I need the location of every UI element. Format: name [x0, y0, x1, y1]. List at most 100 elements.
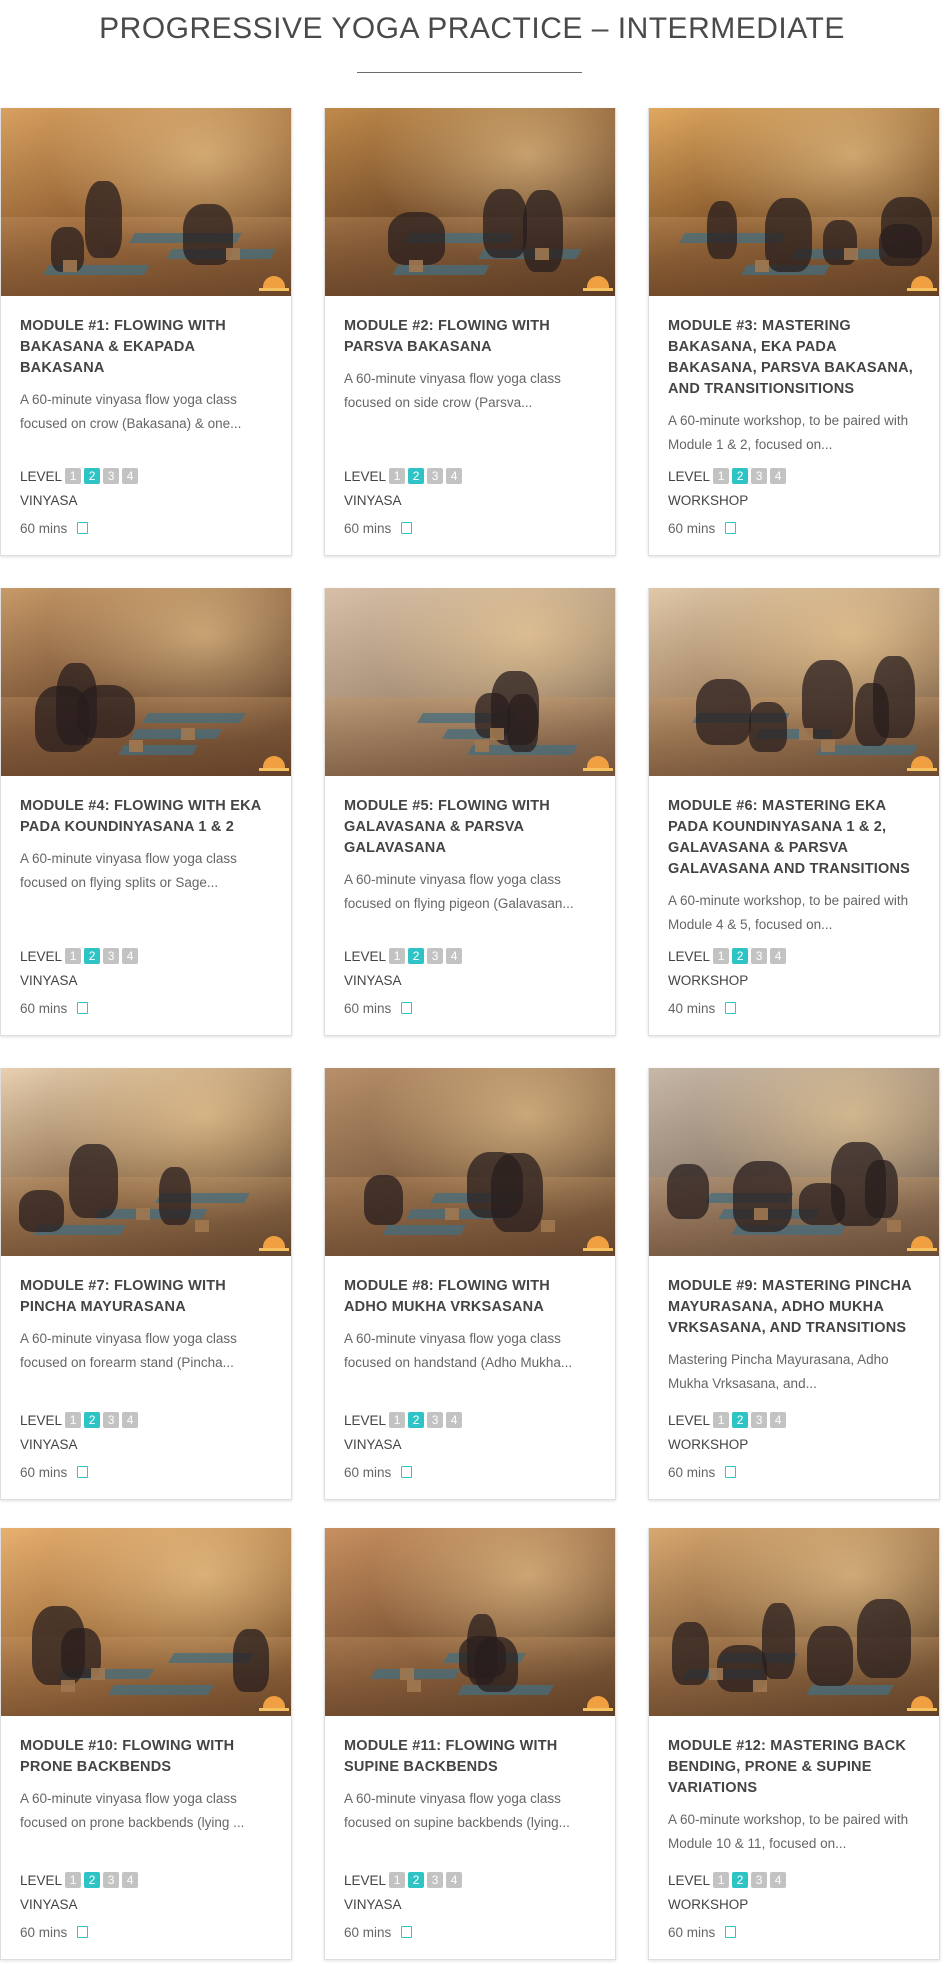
yoga-practitioner: [507, 694, 538, 752]
bookmark-icon[interactable]: [725, 1002, 737, 1014]
module-title[interactable]: MODULE #3: MASTERING BAKASANA, EKA PADA …: [668, 316, 920, 400]
module-title[interactable]: MODULE #9: MASTERING PINCHA MAYURASANA, …: [668, 1276, 920, 1339]
level-badge: 1: [713, 1412, 730, 1428]
bookmark-icon[interactable]: [401, 1466, 413, 1478]
level-badge: 3: [427, 468, 444, 484]
module-thumbnail[interactable]: [325, 588, 615, 776]
module-thumbnail[interactable]: [325, 108, 615, 296]
bookmark-icon[interactable]: [77, 1926, 89, 1938]
title-divider: [357, 72, 582, 73]
yoga-practitioner: [807, 1626, 853, 1686]
yoga-block: [541, 1220, 555, 1232]
level-badge-active: 2: [732, 1872, 749, 1888]
module-description: Mastering Pincha Mayurasana, Adho Mukha …: [668, 1352, 889, 1391]
bookmark-icon[interactable]: [401, 1926, 413, 1938]
level-badge-active: 2: [84, 1412, 101, 1428]
level-badge: 1: [389, 1412, 406, 1428]
module-card[interactable]: MODULE #5: FLOWING WITH GALAVASANA & PAR…: [324, 588, 616, 1036]
level-indicator: LEVEL 1 2 3 4: [344, 947, 596, 965]
level-badge: 4: [122, 468, 139, 484]
level-indicator: LEVEL 1 2 3 4: [344, 467, 596, 485]
module-thumbnail[interactable]: [649, 588, 939, 776]
module-card[interactable]: MODULE #9: MASTERING PINCHA MAYURASANA, …: [648, 1068, 940, 1500]
module-card[interactable]: MODULE #6: MASTERING EKA PADA KOUNDINYAS…: [648, 588, 940, 1036]
module-meta: LEVEL 1 2 3 4 VINYASA 60 mins: [20, 1411, 272, 1481]
level-badge: 1: [65, 1872, 82, 1888]
yoga-block: [61, 1680, 75, 1692]
level-badge: 4: [770, 1412, 787, 1428]
module-title[interactable]: MODULE #5: FLOWING WITH GALAVASANA & PAR…: [344, 796, 596, 859]
module-title[interactable]: MODULE #10: FLOWING WITH PRONE BACKBENDS: [20, 1736, 272, 1778]
module-description: A 60-minute vinyasa flow yoga class focu…: [20, 1791, 245, 1830]
module-meta: LEVEL 1 2 3 4 VINYASA 60 mins: [344, 1871, 596, 1941]
module-card[interactable]: MODULE #1: FLOWING WITH BAKASANA & EKAPA…: [0, 108, 292, 556]
module-duration: 60 mins: [344, 1000, 392, 1016]
duration-row: 60 mins: [20, 1923, 272, 1941]
bookmark-icon[interactable]: [77, 1466, 89, 1478]
module-thumbnail[interactable]: [649, 108, 939, 296]
level-indicator: LEVEL 1 2 3 4: [668, 467, 920, 485]
module-thumbnail[interactable]: [325, 1068, 615, 1256]
level-label: LEVEL: [668, 468, 711, 484]
level-badge: 1: [713, 1872, 730, 1888]
level-badge-active: 2: [408, 1412, 425, 1428]
yoga-practitioner: [765, 198, 812, 272]
yoga-practitioner: [85, 181, 122, 258]
module-card[interactable]: MODULE #2: FLOWING WITH PARSVA BAKASANA A…: [324, 108, 616, 556]
module-card[interactable]: MODULE #11: FLOWING WITH SUPINE BACKBEND…: [324, 1528, 616, 1960]
bookmark-icon[interactable]: [77, 522, 89, 534]
bookmark-icon[interactable]: [725, 522, 737, 534]
yoga-mat: [392, 265, 490, 275]
module-thumbnail[interactable]: [649, 1068, 939, 1256]
module-description: A 60-minute vinyasa flow yoga class focu…: [344, 1791, 570, 1830]
module-card[interactable]: MODULE #3: MASTERING BAKASANA, EKA PADA …: [648, 108, 940, 556]
yoga-mat: [108, 1685, 214, 1695]
level-badge: 1: [389, 948, 406, 964]
level-indicator: LEVEL 1 2 3 4: [668, 1411, 920, 1429]
module-card[interactable]: MODULE #7: FLOWING WITH PINCHA MAYURASAN…: [0, 1068, 292, 1500]
module-title[interactable]: MODULE #7: FLOWING WITH PINCHA MAYURASAN…: [20, 1276, 272, 1318]
module-card[interactable]: MODULE #12: MASTERING BACK BENDING, PRON…: [648, 1528, 940, 1960]
module-thumbnail[interactable]: [1, 588, 291, 776]
module-thumbnail[interactable]: [1, 108, 291, 296]
level-badge: 1: [65, 1412, 82, 1428]
level-badge-active: 2: [408, 948, 425, 964]
module-meta: LEVEL 1 2 3 4 VINYASA 60 mins: [344, 947, 596, 1017]
module-title[interactable]: MODULE #1: FLOWING WITH BAKASANA & EKAPA…: [20, 316, 272, 379]
yoga-practitioner: [159, 1167, 191, 1225]
level-label: LEVEL: [344, 948, 387, 964]
module-title[interactable]: MODULE #12: MASTERING BACK BENDING, PRON…: [668, 1736, 920, 1799]
module-title[interactable]: MODULE #2: FLOWING WITH PARSVA BAKASANA: [344, 316, 596, 358]
duration-row: 40 mins: [668, 999, 920, 1017]
module-title[interactable]: MODULE #6: MASTERING EKA PADA KOUNDINYAS…: [668, 796, 920, 880]
module-duration: 60 mins: [344, 1464, 392, 1480]
module-thumbnail[interactable]: [325, 1528, 615, 1716]
module-duration: 60 mins: [20, 520, 68, 536]
level-badge: 3: [427, 948, 444, 964]
module-title[interactable]: MODULE #4: FLOWING WITH EKA PADA KOUNDIN…: [20, 796, 272, 838]
module-duration: 60 mins: [20, 1924, 68, 1940]
module-thumbnail[interactable]: [1, 1528, 291, 1716]
module-card[interactable]: MODULE #10: FLOWING WITH PRONE BACKBENDS…: [0, 1528, 292, 1960]
module-thumbnail[interactable]: [649, 1528, 939, 1716]
bookmark-icon[interactable]: [77, 1002, 89, 1014]
module-thumbnail[interactable]: [1, 1068, 291, 1256]
bookmark-icon[interactable]: [401, 1002, 413, 1014]
yoga-practitioner: [35, 686, 89, 752]
yoga-practitioner: [879, 224, 922, 266]
module-card[interactable]: MODULE #4: FLOWING WITH EKA PADA KOUNDIN…: [0, 588, 292, 1036]
yoga-practitioner: [491, 1153, 543, 1232]
yoga-practitioner: [364, 1175, 403, 1225]
bookmark-icon[interactable]: [725, 1466, 737, 1478]
bookmark-icon[interactable]: [725, 1926, 737, 1938]
module-style: VINYASA: [344, 1437, 402, 1452]
module-title[interactable]: MODULE #8: FLOWING WITH ADHO MUKHA VRKSA…: [344, 1276, 596, 1318]
module-meta: LEVEL 1 2 3 4 VINYASA 60 mins: [20, 947, 272, 1017]
yoga-block: [409, 260, 423, 272]
module-card-body: MODULE #8: FLOWING WITH ADHO MUKHA VRKSA…: [325, 1256, 615, 1375]
module-title[interactable]: MODULE #11: FLOWING WITH SUPINE BACKBEND…: [344, 1736, 596, 1778]
bookmark-icon[interactable]: [401, 522, 413, 534]
yoga-block: [844, 248, 858, 260]
module-card-body: MODULE #12: MASTERING BACK BENDING, PRON…: [649, 1716, 939, 1856]
module-card[interactable]: MODULE #8: FLOWING WITH ADHO MUKHA VRKSA…: [324, 1068, 616, 1500]
